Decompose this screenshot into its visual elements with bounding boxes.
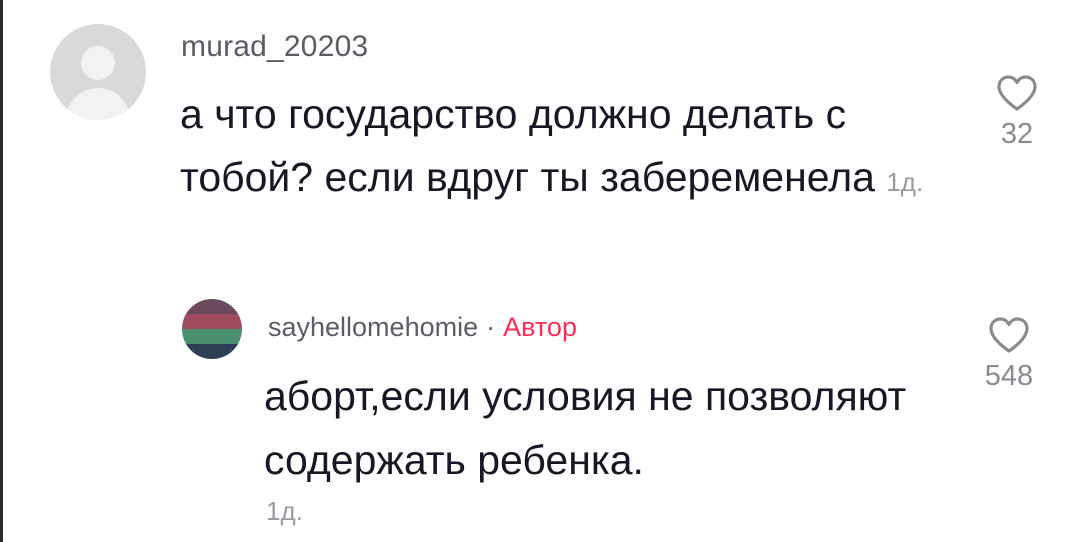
reply-like-button[interactable]: 548: [969, 316, 1049, 393]
reply-header: sayhellomehomie · Автор: [268, 312, 577, 343]
reply-like-count: 548: [984, 360, 1034, 392]
reply-time: 1д.: [266, 496, 303, 526]
reply-username[interactable]: sayhellomehomie: [268, 312, 478, 342]
default-user-icon: [81, 46, 115, 80]
comment-username[interactable]: murad_20203: [181, 30, 368, 64]
avatar[interactable]: [50, 24, 146, 120]
reply-avatar[interactable]: [182, 299, 242, 359]
author-badge: Автор: [503, 312, 577, 342]
comment-text: а что государство должно делать с тобой?…: [180, 83, 960, 214]
left-edge-border: [0, 0, 3, 542]
comment-like-count: 32: [1000, 118, 1034, 150]
comment-text-body: а что государство должно делать с тобой?…: [180, 91, 875, 200]
heart-outline-icon: [997, 75, 1037, 111]
reply-text: аборт,если условия не позволяют содержат…: [264, 373, 907, 483]
comment-like-button[interactable]: 32: [977, 74, 1057, 151]
comment-time: 1д.: [886, 167, 924, 197]
heart-outline-icon: [989, 317, 1029, 353]
separator-dot: ·: [486, 312, 496, 342]
